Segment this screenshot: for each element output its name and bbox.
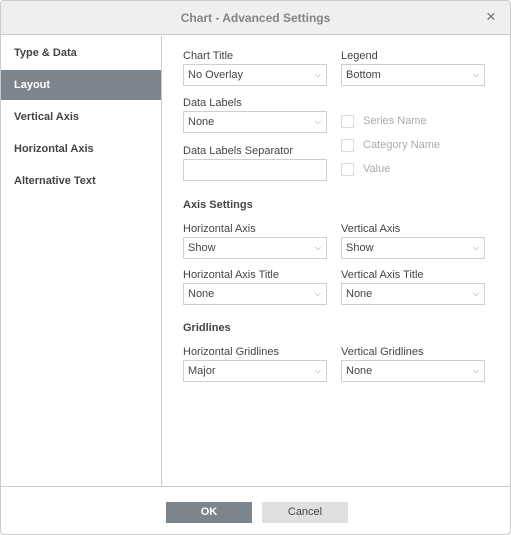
category-name-label: Category Name <box>363 139 441 151</box>
legend-value: Bottom <box>346 69 381 81</box>
data-labels-separator-input[interactable] <box>184 160 326 180</box>
data-labels-label: Data Labels <box>183 97 242 109</box>
data-labels-select[interactable]: None ⌵ <box>183 111 327 133</box>
horizontal-axis-select[interactable]: Show ⌵ <box>183 237 327 259</box>
dialog-header: Chart - Advanced Settings × <box>1 1 510 35</box>
value-checkbox[interactable] <box>341 163 354 176</box>
vertical-axis-title-label: Vertical Axis Title <box>341 269 424 281</box>
vertical-axis-title-value: None <box>346 288 373 300</box>
chevron-down-icon: ⌵ <box>314 117 321 126</box>
chart-title-value: No Overlay <box>188 69 244 81</box>
layout-panel: Chart Title No Overlay ⌵ Legend Bottom ⌵… <box>163 36 510 486</box>
vertical-axis-value: Show <box>346 242 374 254</box>
vertical-axis-select[interactable]: Show ⌵ <box>341 237 485 259</box>
horizontal-axis-title-label: Horizontal Axis Title <box>183 269 279 281</box>
dialog-footer: OK Cancel <box>1 486 510 534</box>
sidebar-item-type-data[interactable]: Type & Data <box>1 38 161 68</box>
gridlines-heading: Gridlines <box>183 322 231 334</box>
legend-label: Legend <box>341 50 378 62</box>
data-labels-separator-input-wrap <box>183 159 327 181</box>
chevron-down-icon: ⌵ <box>472 366 479 375</box>
sidebar: Type & Data Layout Vertical Axis Horizon… <box>1 36 162 486</box>
horizontal-gridlines-value: Major <box>188 365 216 377</box>
chevron-down-icon: ⌵ <box>472 243 479 252</box>
chevron-down-icon: ⌵ <box>314 243 321 252</box>
cancel-button[interactable]: Cancel <box>262 502 348 523</box>
chevron-down-icon: ⌵ <box>314 366 321 375</box>
legend-select[interactable]: Bottom ⌵ <box>341 64 485 86</box>
sidebar-item-alternative-text[interactable]: Alternative Text <box>1 166 161 196</box>
horizontal-axis-value: Show <box>188 242 216 254</box>
chevron-down-icon: ⌵ <box>472 70 479 79</box>
data-labels-value: None <box>188 116 215 128</box>
horizontal-axis-label: Horizontal Axis <box>183 223 256 235</box>
horizontal-axis-title-value: None <box>188 288 215 300</box>
horizontal-axis-title-select[interactable]: None ⌵ <box>183 283 327 305</box>
ok-button[interactable]: OK <box>166 502 252 523</box>
sidebar-item-layout[interactable]: Layout <box>1 70 161 100</box>
vertical-gridlines-select[interactable]: None ⌵ <box>341 360 485 382</box>
chart-title-label: Chart Title <box>183 50 234 62</box>
horizontal-gridlines-select[interactable]: Major ⌵ <box>183 360 327 382</box>
series-name-label: Series Name <box>363 115 427 127</box>
sidebar-item-vertical-axis[interactable]: Vertical Axis <box>1 102 161 132</box>
data-labels-separator-label: Data Labels Separator <box>183 145 294 157</box>
sidebar-item-horizontal-axis[interactable]: Horizontal Axis <box>1 134 161 164</box>
axis-settings-heading: Axis Settings <box>183 199 253 211</box>
chevron-down-icon: ⌵ <box>314 289 321 298</box>
chart-advanced-settings-dialog: Chart - Advanced Settings × Type & Data … <box>0 0 511 535</box>
chevron-down-icon: ⌵ <box>472 289 479 298</box>
close-icon[interactable]: × <box>482 7 500 27</box>
vertical-gridlines-value: None <box>346 365 373 377</box>
vertical-axis-title-select[interactable]: None ⌵ <box>341 283 485 305</box>
vertical-gridlines-label: Vertical Gridlines <box>341 346 424 358</box>
chevron-down-icon: ⌵ <box>314 70 321 79</box>
category-name-checkbox[interactable] <box>341 139 354 152</box>
vertical-axis-label: Vertical Axis <box>341 223 401 235</box>
chart-title-select[interactable]: No Overlay ⌵ <box>183 64 327 86</box>
horizontal-gridlines-label: Horizontal Gridlines <box>183 346 279 358</box>
value-label: Value <box>363 163 391 175</box>
series-name-checkbox[interactable] <box>341 115 354 128</box>
dialog-title: Chart - Advanced Settings <box>180 11 331 25</box>
